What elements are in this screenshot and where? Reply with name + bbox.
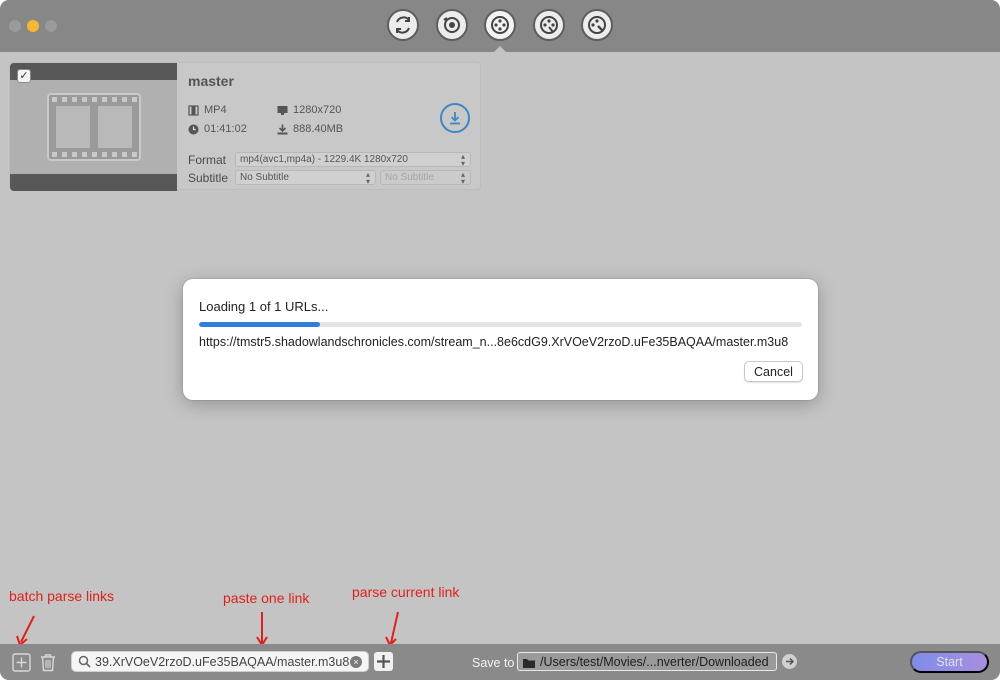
link-input-value: 39.XrVOeV2rzoD.uFe35BAQAA/master.m3u8 — [95, 655, 349, 669]
arrow-right-icon — [786, 657, 795, 666]
subtitle-secondary-value: No Subtitle — [385, 172, 434, 183]
duration-info: 01:41:02 — [188, 123, 247, 135]
toolbar — [0, 0, 1000, 52]
download-icon — [450, 112, 460, 125]
select-arrows-icon: ▴ ▾ — [366, 170, 371, 185]
container-value: MP4 — [204, 104, 227, 116]
search-icon — [78, 655, 91, 673]
loading-dialog: Loading 1 of 1 URLs... https://tmstr5.sh… — [183, 279, 818, 400]
size-info: 888.40MB — [277, 123, 343, 135]
cancel-button[interactable]: Cancel — [744, 361, 803, 382]
subtitle-label: Subtitle — [188, 171, 229, 185]
app-window: ✓ master MP4 1280x720 01:41:02 888.40MB — [0, 0, 1000, 680]
item-checkbox[interactable]: ✓ — [17, 69, 31, 83]
annotation-arrow — [16, 615, 35, 647]
format-select-value: mp4(avc1,mp4a) - 1229.4K 1280x720 — [240, 154, 408, 165]
toolbox-tab-button[interactable] — [581, 9, 613, 41]
monitor-icon — [277, 105, 288, 116]
clock-icon — [188, 124, 199, 135]
progress-bar — [199, 322, 802, 327]
download-tab-button[interactable] — [484, 9, 516, 41]
loading-url: https://tmstr5.shadowlandschronicles.com… — [199, 335, 789, 349]
clear-icon[interactable]: × — [350, 656, 362, 668]
plus-box-icon — [11, 652, 31, 672]
batch-add-button[interactable] — [11, 652, 31, 672]
folder-icon — [522, 656, 536, 674]
record-tab-button[interactable] — [436, 9, 468, 41]
window-minimize-button[interactable] — [27, 20, 39, 32]
start-button[interactable]: Start — [910, 651, 989, 673]
annotation-parse-link: parse current link — [352, 584, 460, 600]
convert-tab-button[interactable] — [387, 9, 419, 41]
annotation-arrow — [385, 611, 399, 647]
video-thumbnail: ✓ — [10, 63, 177, 191]
size-value: 888.40MB — [293, 123, 344, 135]
annotation-arrow — [256, 612, 268, 647]
container-info: MP4 — [188, 104, 227, 116]
open-folder-button[interactable] — [782, 654, 797, 669]
download-button[interactable] — [440, 103, 470, 133]
plus-icon — [377, 655, 390, 668]
save-to-label: Save to — [472, 656, 515, 670]
edit-film-icon — [540, 16, 558, 34]
annotation-paste-link: paste one link — [223, 590, 310, 606]
subtitle-secondary-select: No Subtitle ▴ ▾ — [380, 170, 471, 185]
loading-status: Loading 1 of 1 URLs... — [199, 299, 329, 314]
window-zoom-button[interactable] — [45, 20, 57, 32]
resolution-value: 1280x720 — [293, 104, 342, 116]
save-path-field[interactable]: /Users/test/Movies/...nverter/Downloaded — [517, 652, 777, 671]
parse-link-button[interactable] — [374, 652, 393, 671]
edit-tab-button[interactable] — [533, 9, 565, 41]
subtitle-select[interactable]: No Subtitle ▴ ▾ — [235, 170, 376, 185]
format-select[interactable]: mp4(avc1,mp4a) - 1229.4K 1280x720 ▴ ▾ — [235, 152, 471, 167]
window-close-button[interactable] — [9, 20, 21, 32]
trash-icon — [41, 653, 55, 671]
download-film-icon — [491, 16, 509, 34]
select-arrows-icon: ▴ ▾ — [461, 152, 466, 167]
convert-icon — [396, 16, 410, 34]
subtitle-select-value: No Subtitle — [240, 172, 289, 183]
film-strip-icon — [46, 93, 141, 161]
select-arrows-icon: ▴ ▾ — [461, 170, 466, 185]
film-icon — [188, 104, 199, 116]
duration-value: 01:41:02 — [204, 123, 247, 135]
progress-fill — [199, 322, 320, 327]
toolbox-film-icon — [588, 16, 606, 34]
item-title: master — [188, 73, 234, 89]
format-label: Format — [188, 153, 227, 167]
save-path-value: /Users/test/Movies/...nverter/Downloaded — [540, 655, 769, 669]
list-item[interactable]: ✓ master MP4 1280x720 01:41:02 888.40MB — [9, 62, 481, 191]
download-size-icon — [277, 124, 288, 135]
annotation-batch-parse: batch parse links — [9, 588, 115, 604]
record-icon — [443, 17, 460, 33]
delete-button[interactable] — [38, 652, 58, 672]
link-input[interactable]: 39.XrVOeV2rzoD.uFe35BAQAA/master.m3u8 × — [71, 651, 369, 672]
resolution-info: 1280x720 — [277, 104, 341, 116]
